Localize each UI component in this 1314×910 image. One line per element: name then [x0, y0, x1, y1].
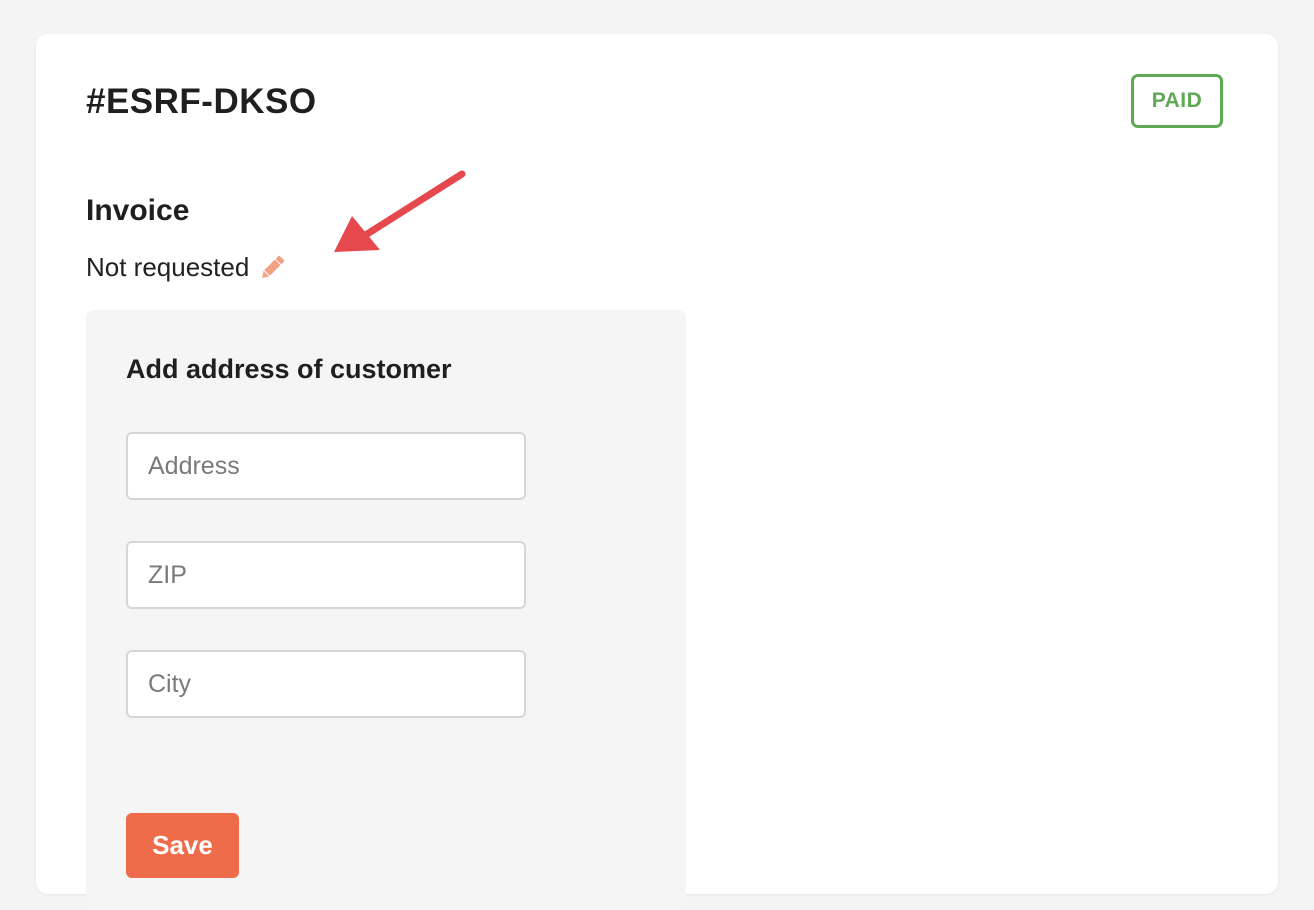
invoice-status-row: Not requested — [86, 252, 287, 283]
status-badge: PAID — [1131, 74, 1223, 128]
zip-input[interactable] — [126, 541, 526, 609]
order-id: #ESRF-DKSO — [86, 82, 317, 121]
invoice-status-text: Not requested — [86, 252, 250, 282]
invoice-section-title: Invoice — [86, 194, 190, 227]
city-input[interactable] — [126, 650, 526, 718]
save-button[interactable]: Save — [126, 813, 239, 878]
arrow-icon — [334, 170, 466, 252]
order-card: #ESRF-DKSO PAID Invoice Not requested Ad… — [36, 34, 1278, 910]
pencil-icon[interactable] — [257, 253, 287, 283]
address-form-panel: Add address of customer Save — [86, 310, 686, 910]
address-form-title: Add address of customer — [126, 354, 452, 384]
address-input[interactable] — [126, 432, 526, 500]
